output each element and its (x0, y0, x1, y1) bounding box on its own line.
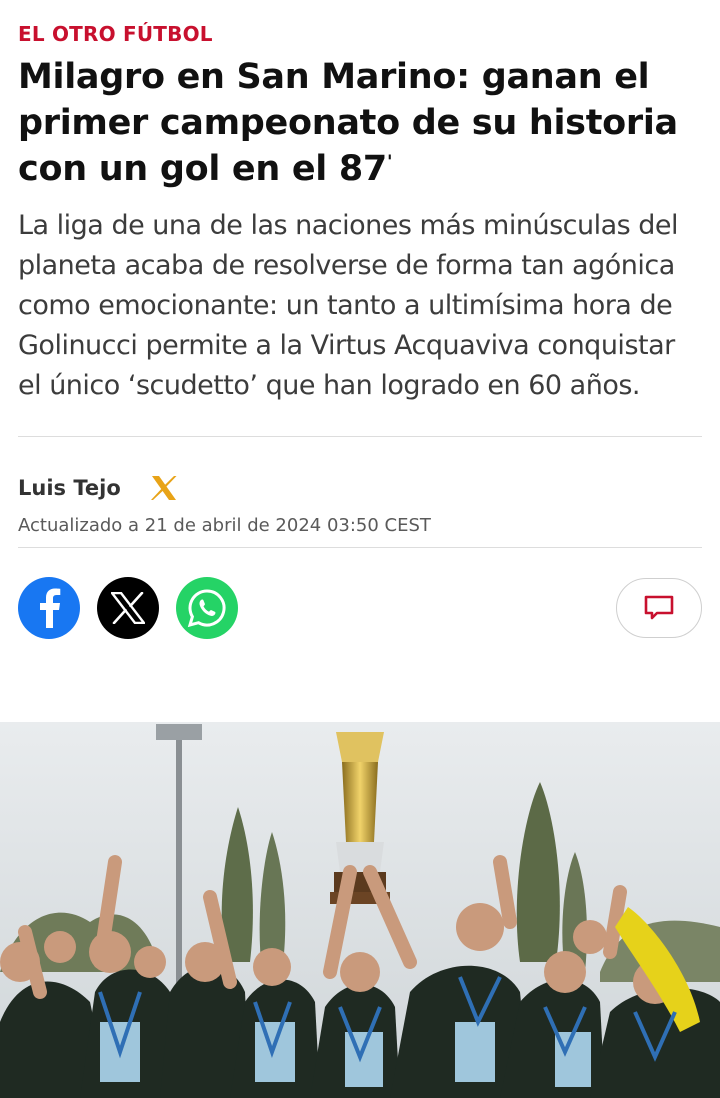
author-name[interactable]: Luis Tejo (18, 476, 121, 500)
share-bar (18, 548, 702, 668)
x-icon (111, 592, 145, 624)
facebook-icon (40, 588, 61, 628)
byline: Luis Tejo Actualizado a 21 de abril de 2… (18, 437, 702, 536)
article-photo[interactable] (0, 722, 720, 1098)
headline: Milagro en San Marino: ganan el primer c… (18, 54, 702, 192)
headline-text: Milagro en San Marino: ganan el primer c… (18, 57, 678, 189)
team-celebration-image (0, 722, 720, 1098)
whatsapp-icon (187, 589, 226, 628)
updated-date: Actualizado a 21 de abril de 2024 03:50 … (18, 515, 431, 536)
facebook-share-button[interactable] (18, 577, 80, 639)
x-share-button[interactable] (97, 577, 159, 639)
subheadline: La liga de una de las naciones más minús… (18, 210, 679, 401)
author-row: Luis Tejo (18, 473, 702, 503)
article-header: EL OTRO FÚTBOL Milagro en San Marino: ga… (0, 0, 720, 668)
comments-button[interactable] (616, 578, 702, 638)
author-x-icon[interactable] (149, 473, 179, 503)
headline-minute-mark: ' (386, 151, 393, 173)
comment-icon (644, 595, 674, 620)
whatsapp-share-button[interactable] (176, 577, 238, 639)
section-label[interactable]: EL OTRO FÚTBOL (18, 22, 213, 46)
